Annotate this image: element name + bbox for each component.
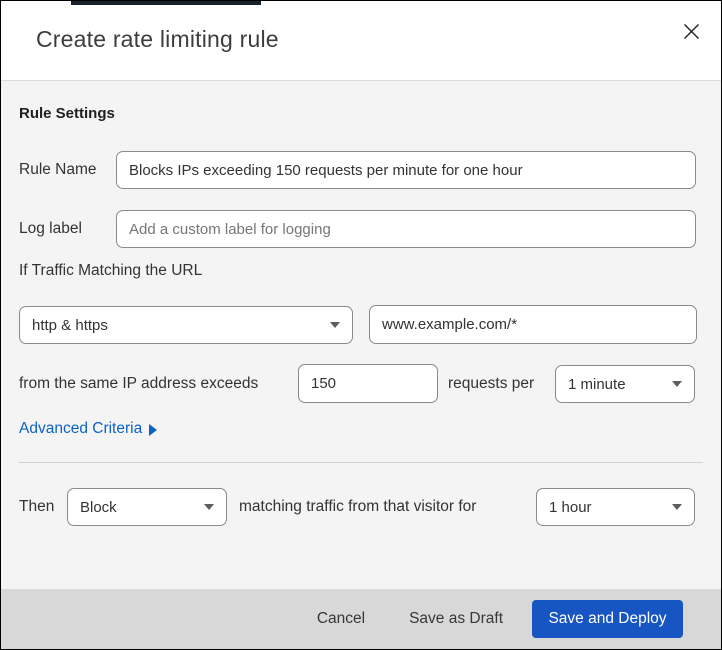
section-divider [19, 462, 703, 463]
duration-select-value: 1 hour [549, 498, 592, 516]
threshold-prefix-text: from the same IP address exceeds [19, 375, 259, 392]
then-middle-text: matching traffic from that visitor for [239, 498, 477, 515]
arrow-right-icon [149, 424, 158, 436]
scheme-select-value: http & https [32, 316, 108, 334]
log-label-label: Log label [19, 220, 82, 237]
then-label: Then [19, 498, 55, 515]
chevron-down-icon [204, 504, 214, 510]
duration-select[interactable]: 1 hour [536, 488, 695, 526]
chevron-down-icon [672, 504, 682, 510]
background-page-strip [71, 1, 261, 5]
threshold-suffix-text: requests per [448, 375, 535, 392]
dialog-title: Create rate limiting rule [36, 26, 279, 52]
advanced-criteria-label: Advanced Criteria [19, 420, 143, 437]
rule-name-label: Rule Name [19, 161, 97, 178]
dialog-header: Create rate limiting rule [1, 1, 721, 81]
close-button[interactable] [679, 19, 703, 43]
rule-settings-heading: Rule Settings [19, 105, 115, 122]
save-as-draft-button[interactable]: Save as Draft [409, 610, 503, 628]
log-label-input[interactable] [116, 210, 696, 248]
traffic-match-intro: If Traffic Matching the URL [19, 262, 203, 279]
save-and-deploy-button[interactable]: Save and Deploy [532, 600, 683, 638]
chevron-down-icon [672, 381, 682, 387]
advanced-criteria-link[interactable]: Advanced Criteria [19, 420, 158, 438]
dialog-footer: Cancel Save as Draft Save and Deploy [1, 589, 721, 649]
rate-limiting-dialog: Create rate limiting rule Rule Settings … [0, 0, 722, 650]
action-select[interactable]: Block [67, 488, 227, 526]
scheme-select[interactable]: http & https [19, 306, 353, 344]
threshold-count-input[interactable] [298, 364, 438, 403]
rule-name-input[interactable] [116, 151, 696, 189]
dialog-body: Rule Settings Rule Name Log label If Tra… [1, 82, 721, 591]
close-icon [683, 23, 699, 39]
period-select[interactable]: 1 minute [555, 365, 695, 403]
period-select-value: 1 minute [568, 375, 626, 393]
chevron-down-icon [330, 322, 340, 328]
action-select-value: Block [80, 498, 117, 516]
url-pattern-input[interactable] [369, 305, 697, 344]
cancel-button[interactable]: Cancel [317, 610, 365, 628]
